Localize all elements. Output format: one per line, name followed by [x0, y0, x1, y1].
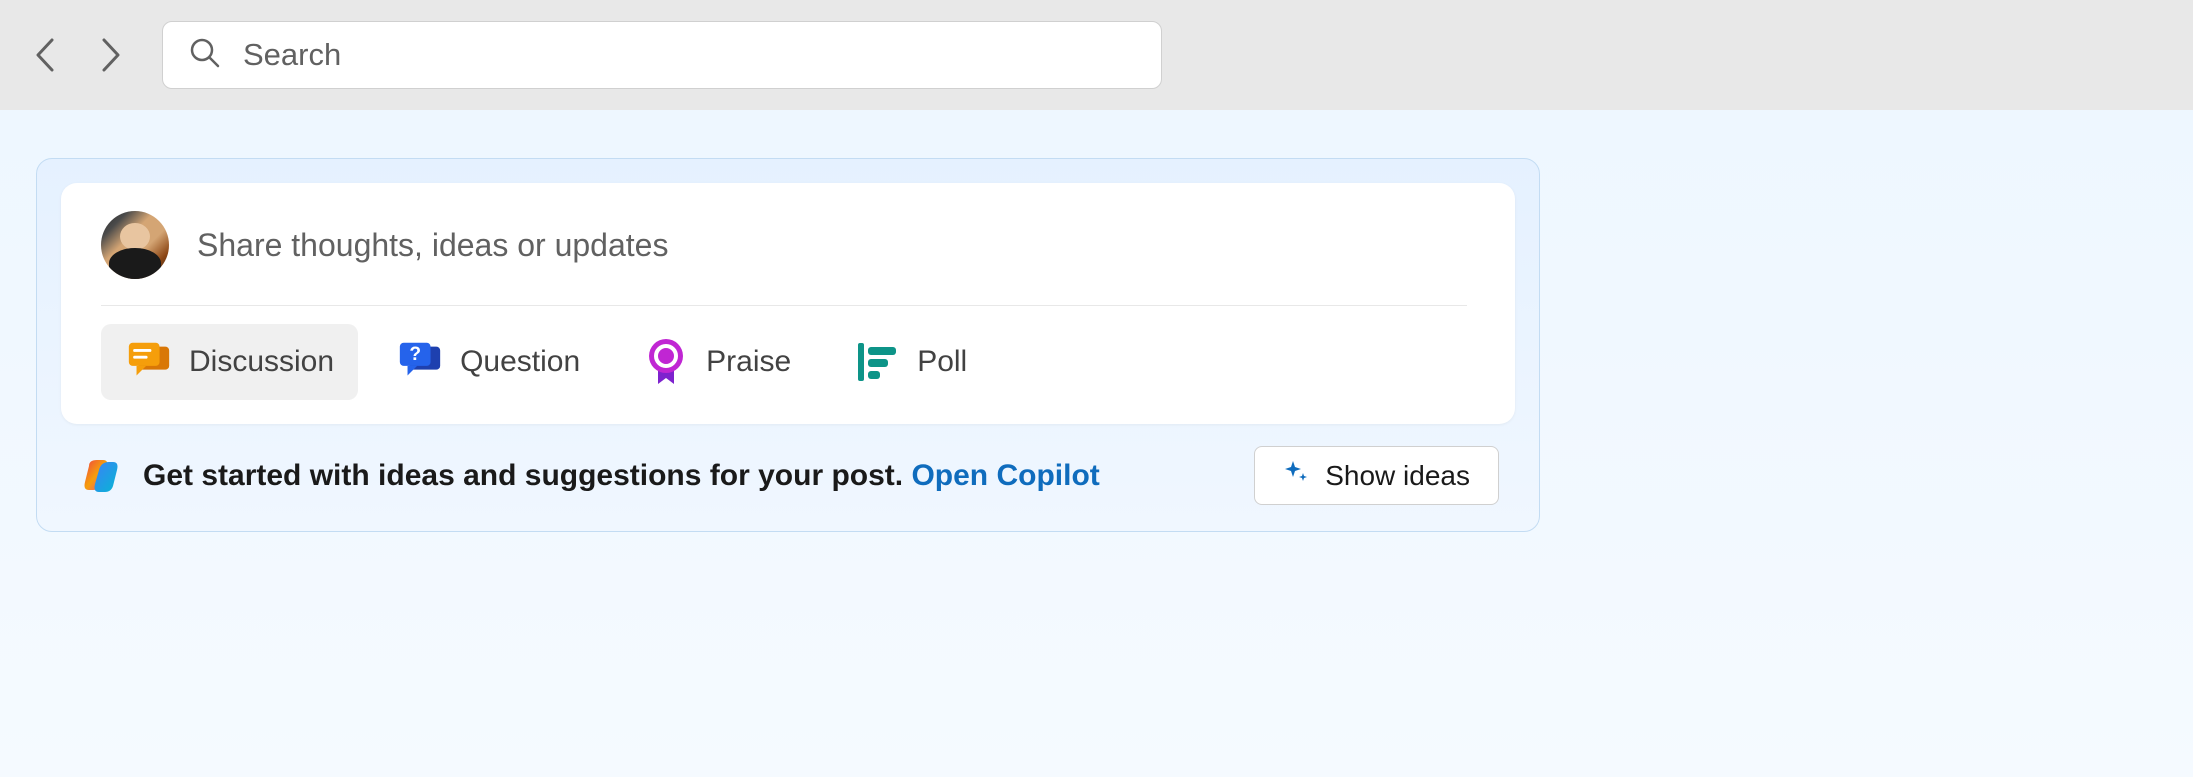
post-type-label: Discussion	[189, 345, 334, 379]
open-copilot-link[interactable]: Open Copilot	[911, 459, 1099, 492]
post-type-question[interactable]: ? Question	[372, 324, 604, 400]
post-type-discussion[interactable]: Discussion	[101, 324, 358, 400]
composer-wrapper: Discussion ? Question	[36, 158, 1540, 532]
search-input[interactable]	[243, 37, 1161, 73]
post-type-poll[interactable]: Poll	[829, 324, 991, 400]
search-icon	[189, 37, 221, 74]
copilot-text: Get started with ideas and suggestions f…	[143, 459, 1100, 493]
top-bar	[0, 0, 2193, 110]
composer-header	[101, 211, 1467, 305]
copilot-message: Get started with ideas and suggestions f…	[143, 459, 903, 492]
composer-input[interactable]	[197, 227, 1467, 264]
sparkle-icon	[1283, 459, 1309, 492]
poll-icon	[853, 338, 901, 386]
question-icon: ?	[396, 338, 444, 386]
chevron-left-icon	[32, 36, 56, 74]
divider	[101, 305, 1467, 306]
show-ideas-label: Show ideas	[1325, 460, 1470, 492]
post-type-label: Praise	[706, 345, 791, 379]
post-type-label: Question	[460, 345, 580, 379]
show-ideas-button[interactable]: Show ideas	[1254, 446, 1499, 505]
copilot-bar: Get started with ideas and suggestions f…	[61, 424, 1515, 511]
composer-card: Discussion ? Question	[61, 183, 1515, 424]
nav-forward-button[interactable]	[92, 35, 132, 75]
main-area: Discussion ? Question	[0, 110, 2193, 777]
post-type-label: Poll	[917, 345, 967, 379]
nav-back-button[interactable]	[24, 35, 64, 75]
post-types: Discussion ? Question	[101, 324, 1467, 400]
avatar[interactable]	[101, 211, 169, 279]
post-type-praise[interactable]: Praise	[618, 324, 815, 400]
svg-text:?: ?	[409, 344, 421, 365]
search-box[interactable]	[162, 21, 1162, 89]
chevron-right-icon	[100, 36, 124, 74]
praise-icon	[642, 338, 690, 386]
copilot-left: Get started with ideas and suggestions f…	[81, 456, 1100, 496]
copilot-icon	[81, 456, 121, 496]
discussion-icon	[125, 338, 173, 386]
